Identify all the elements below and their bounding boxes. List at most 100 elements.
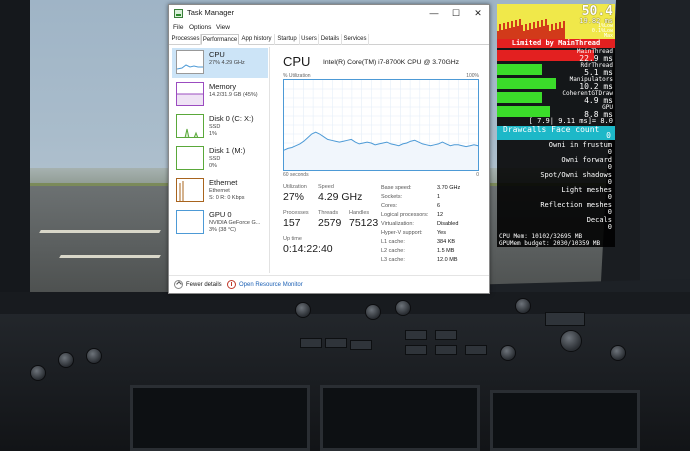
panel-button[interactable] <box>405 330 427 340</box>
sidebar-item-name: Ethernet <box>209 178 238 187</box>
sidebar-item-ethernet[interactable]: Ethernet Ethernet S: 0 R: 0 Kbps <box>172 176 268 206</box>
panel-knob[interactable] <box>365 304 381 320</box>
sidebar-item-sub: SSD <box>209 156 221 162</box>
tab-processes[interactable]: Processes <box>171 34 201 45</box>
tab-services[interactable]: Services <box>342 34 369 45</box>
graph-y-min: 0 <box>476 172 479 178</box>
panel-knob[interactable] <box>86 348 102 364</box>
handles-value: 75123 <box>349 217 379 229</box>
panel-button[interactable] <box>435 330 457 340</box>
fewer-details-link[interactable]: Fewer details <box>186 276 222 294</box>
fps-history-bar <box>563 21 565 39</box>
disk0-thumbnail-graph <box>176 114 204 138</box>
metric-manipulators: Manipulators 10.2 ms <box>497 77 615 91</box>
tab-details[interactable]: Details <box>319 34 342 45</box>
display-screen <box>130 385 310 451</box>
overlay-row-value: 0 <box>607 208 612 216</box>
detail-value: Disabled <box>437 221 459 227</box>
panel-button[interactable] <box>435 345 457 355</box>
detail-value: Yes <box>437 230 446 236</box>
cpu-mem-text: CPU Mem: 10102/32695 MB <box>499 233 583 240</box>
metric-value: 10.2 ms <box>579 82 613 91</box>
panel-button[interactable] <box>325 338 347 348</box>
overlay-row-value: 0 <box>607 163 612 171</box>
sidebar-item-disk-1[interactable]: Disk 1 (M:) SSD 0% <box>172 144 268 174</box>
minimize-button[interactable]: — <box>423 5 445 22</box>
cpu-heading: CPU <box>283 54 311 69</box>
close-button[interactable]: ✕ <box>467 5 489 22</box>
tab-startup[interactable]: Startup <box>275 34 300 45</box>
metric-value: 4.9 ms <box>584 96 613 105</box>
gpu-mem-text: GPUMem budget: 2030/10359 MB <box>499 240 601 247</box>
title-bar[interactable]: Task Manager — ☐ ✕ <box>169 5 489 22</box>
drawcalls-label: Drawcalls Face count <box>503 125 600 134</box>
panel-knob[interactable] <box>395 300 411 316</box>
panel-knob[interactable] <box>58 352 74 368</box>
detail-label: L3 cache: <box>381 257 405 263</box>
fps-history-graph <box>497 4 567 39</box>
window-title: Task Manager <box>187 8 235 17</box>
panel-knob[interactable] <box>560 330 582 352</box>
sidebar-item-disk-0[interactable]: Disk 0 (C: X:) SSD 1% <box>172 112 268 142</box>
sidebar-item-sub: Ethernet <box>209 188 230 194</box>
panel-knob[interactable] <box>610 345 626 361</box>
tab-app-history[interactable]: App history <box>239 34 275 45</box>
menu-options[interactable]: Options <box>189 22 211 34</box>
maximize-button[interactable]: ☐ <box>445 5 467 22</box>
sidebar-item-sub: S: 0 R: 0 Kbps <box>209 195 245 201</box>
resource-sidebar: CPU 27% 4.29 GHz Memory 14.2/31.9 GB (45… <box>170 47 270 273</box>
panel-button[interactable] <box>545 312 585 326</box>
panel-button[interactable] <box>300 338 322 348</box>
sidebar-item-sub: NVIDIA GeForce G... <box>209 220 261 226</box>
detail-label: Cores: <box>381 203 398 209</box>
panel-button[interactable] <box>405 345 427 355</box>
uptime-label: Up time <box>283 236 302 242</box>
display-screen <box>490 390 640 451</box>
tab-users[interactable]: Users <box>300 34 319 45</box>
metric-value: 5.1 ms <box>584 68 613 77</box>
tab-performance[interactable]: Performance <box>201 34 239 45</box>
detail-label: Hyper-V support: <box>381 230 423 236</box>
open-resource-monitor-link[interactable]: Open Resource Monitor <box>239 276 303 294</box>
sidebar-item-cpu[interactable]: CPU 27% 4.29 GHz <box>172 48 268 78</box>
fps-stat-lines: 1%Low 0.1%Low Max <box>592 24 613 39</box>
sidebar-item-name: Disk 0 (C: X:) <box>209 114 254 123</box>
utilization-value: 27% <box>283 191 305 203</box>
fps-panel: 50.4 19.82 ms 1%Low 0.1%Low Max <box>497 4 615 39</box>
panel-knob[interactable] <box>515 298 531 314</box>
sidebar-item-sub: 14.2/31.9 GB (45%) <box>209 92 258 98</box>
panel-knob[interactable] <box>30 365 46 381</box>
detail-value: 384 KB <box>437 239 456 245</box>
metric-bar <box>497 78 556 89</box>
processes-label: Processes <box>283 210 309 216</box>
panel-knob[interactable] <box>500 345 516 361</box>
resource-monitor-icon[interactable] <box>227 280 236 289</box>
panel-button[interactable] <box>350 340 372 350</box>
panel-knob[interactable] <box>295 302 311 318</box>
runway-marking <box>59 255 161 258</box>
overlay-row-label: Reflection meshes <box>540 201 612 209</box>
metric-bar <box>497 64 542 75</box>
panel-button[interactable] <box>465 345 487 355</box>
menu-view[interactable]: View <box>216 22 230 34</box>
detail-value: 1.5 MB <box>437 248 455 254</box>
disk1-thumbnail-graph <box>176 146 204 170</box>
metric-mainthread: MainThread 22.9 ms <box>497 49 615 63</box>
cockpit-frame-right <box>640 0 690 300</box>
sidebar-item-name: Disk 1 (M:) <box>209 146 246 155</box>
menu-file[interactable]: File <box>173 22 183 34</box>
threads-value: 2579 <box>318 217 342 229</box>
task-manager-icon <box>174 9 183 18</box>
sidebar-item-sub: 27% 4.29 GHz <box>209 60 245 66</box>
threads-label: Threads <box>318 210 339 216</box>
sidebar-item-memory[interactable]: Memory 14.2/31.9 GB (45%) <box>172 80 268 110</box>
processes-value: 157 <box>283 217 301 229</box>
handles-label: Handles <box>349 210 370 216</box>
detail-label: Sockets: <box>381 194 403 200</box>
cpu-thumbnail-graph <box>176 50 204 74</box>
task-manager-window: Task Manager — ☐ ✕ File Options View Pro… <box>168 4 490 294</box>
sidebar-item-gpu-0[interactable]: GPU 0 NVIDIA GeForce G... 3% (38 °C) <box>172 208 268 238</box>
metric-value: 22.9 ms <box>579 54 613 63</box>
chevron-up-icon[interactable] <box>174 280 183 289</box>
tab-bar: Processes Performance App history Startu… <box>169 34 489 45</box>
